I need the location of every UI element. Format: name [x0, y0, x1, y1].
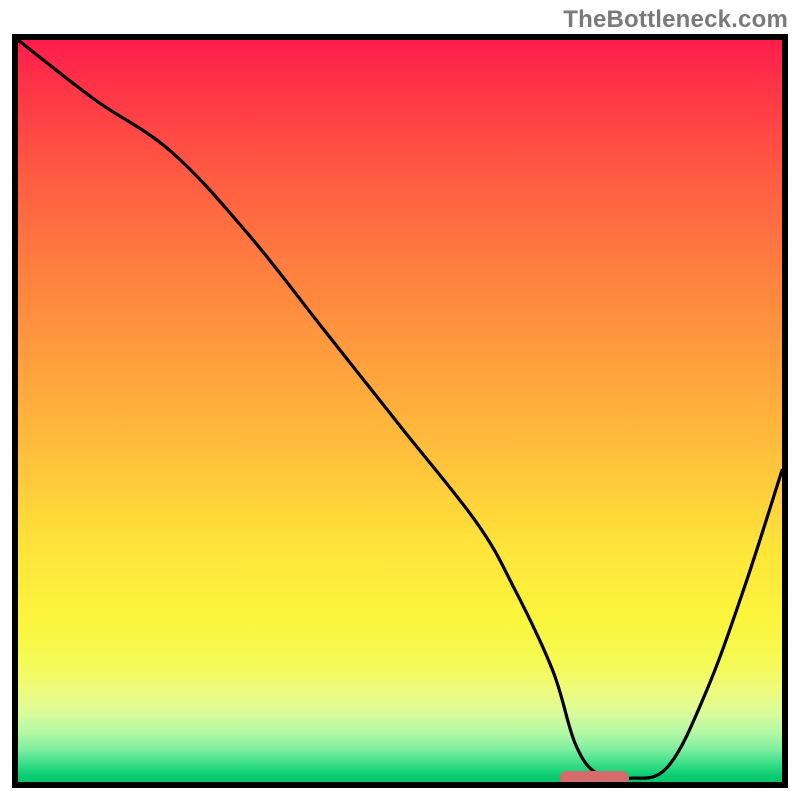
- watermark-text: TheBottleneck.com: [563, 6, 788, 34]
- plot-area: [18, 40, 782, 782]
- bottleneck-curve: [18, 40, 782, 782]
- plot-border: [12, 34, 788, 788]
- chart-frame: TheBottleneck.com: [0, 0, 800, 800]
- optimal-marker: [560, 771, 629, 782]
